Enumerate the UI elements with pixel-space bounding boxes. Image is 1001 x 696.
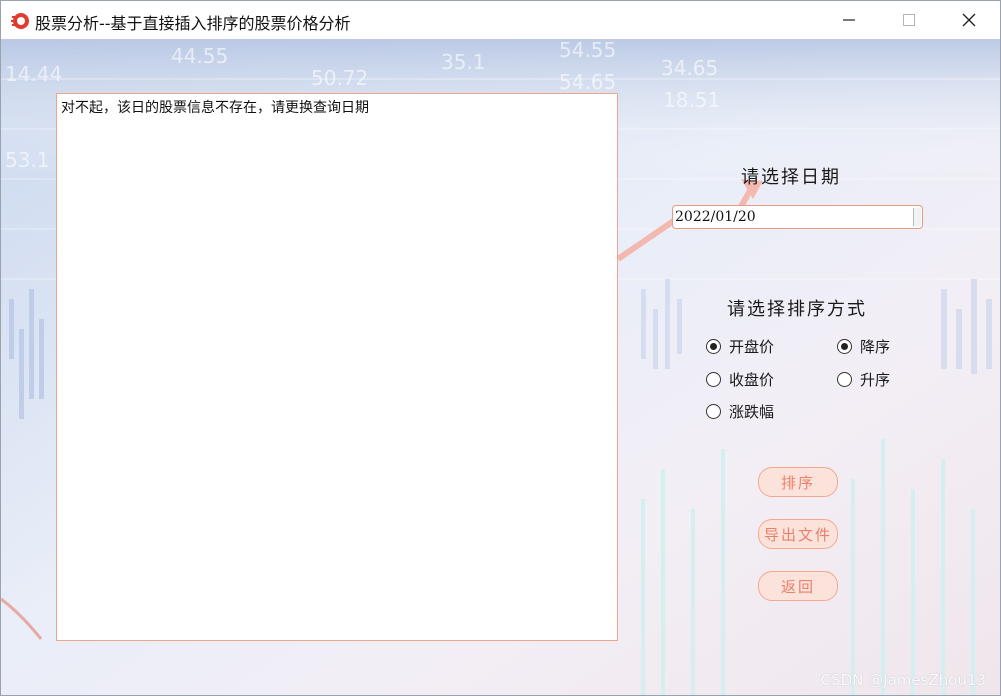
bg-number: 54.65 xyxy=(559,70,616,94)
radio-label-descending: 降序 xyxy=(860,338,891,356)
app-logo-icon xyxy=(11,13,29,29)
date-dropdown[interactable]: 2022/01/20 xyxy=(672,205,923,229)
maximize-icon xyxy=(903,14,915,26)
bg-number: 35.1 xyxy=(441,50,486,74)
date-selected-value: 2022/01/20 xyxy=(675,209,756,225)
export-file-button[interactable]: 导出文件 xyxy=(758,519,838,549)
radio-label-close-price: 收盘价 xyxy=(729,371,775,389)
maximize-button[interactable] xyxy=(879,1,939,39)
radio-unchecked-icon[interactable] xyxy=(706,404,721,419)
minimize-button[interactable] xyxy=(819,1,879,39)
radio-descending[interactable]: 降序 xyxy=(837,336,890,357)
bg-number: 44.55 xyxy=(171,44,228,68)
sort-method-label: 请选择排序方式 xyxy=(727,299,867,320)
bg-number: 34.65 xyxy=(661,56,718,80)
radio-open-price[interactable]: 开盘价 xyxy=(706,336,774,357)
bg-number: 14.44 xyxy=(5,62,62,86)
radio-checked-icon[interactable] xyxy=(706,339,721,354)
radio-label-open-price: 开盘价 xyxy=(729,338,775,356)
date-label: 请选择日期 xyxy=(741,167,841,188)
client-area: 44.55 54.55 54.65 14.44 35.1 50.72 34.65… xyxy=(1,39,1000,695)
bg-number: 54.55 xyxy=(559,39,616,62)
radio-unchecked-icon[interactable] xyxy=(706,372,721,387)
title-bar[interactable]: 股票分析--基于直接插入排序的股票价格分析 xyxy=(1,1,1000,39)
radio-close-price[interactable]: 收盘价 xyxy=(706,369,774,390)
bg-number: 50.72 xyxy=(311,66,368,90)
dropdown-arrow-icon[interactable] xyxy=(913,208,921,226)
back-button[interactable]: 返回 xyxy=(758,571,838,601)
radio-label-ascending: 升序 xyxy=(860,371,891,389)
radio-checked-icon[interactable] xyxy=(837,339,852,354)
result-text-area[interactable]: 对不起，该日的股票信息不存在，请更换查询日期 xyxy=(56,93,618,641)
radio-ascending[interactable]: 升序 xyxy=(837,369,890,390)
radio-unchecked-icon[interactable] xyxy=(837,372,852,387)
radio-change-percent[interactable]: 涨跌幅 xyxy=(706,401,774,422)
close-icon xyxy=(962,13,976,27)
sort-button[interactable]: 排序 xyxy=(758,467,838,497)
app-window: 股票分析--基于直接插入排序的股票价格分析 44.55 54.55 54.65 … xyxy=(0,0,1001,696)
watermark: CSDN @JamesZhou13 xyxy=(820,671,986,689)
bg-number: 18.51 xyxy=(663,88,720,112)
minimize-icon xyxy=(843,19,855,21)
close-button[interactable] xyxy=(939,1,999,39)
radio-label-change-percent: 涨跌幅 xyxy=(729,403,775,421)
bg-number: 53.1 xyxy=(5,148,50,172)
window-title: 股票分析--基于直接插入排序的股票价格分析 xyxy=(35,14,351,33)
